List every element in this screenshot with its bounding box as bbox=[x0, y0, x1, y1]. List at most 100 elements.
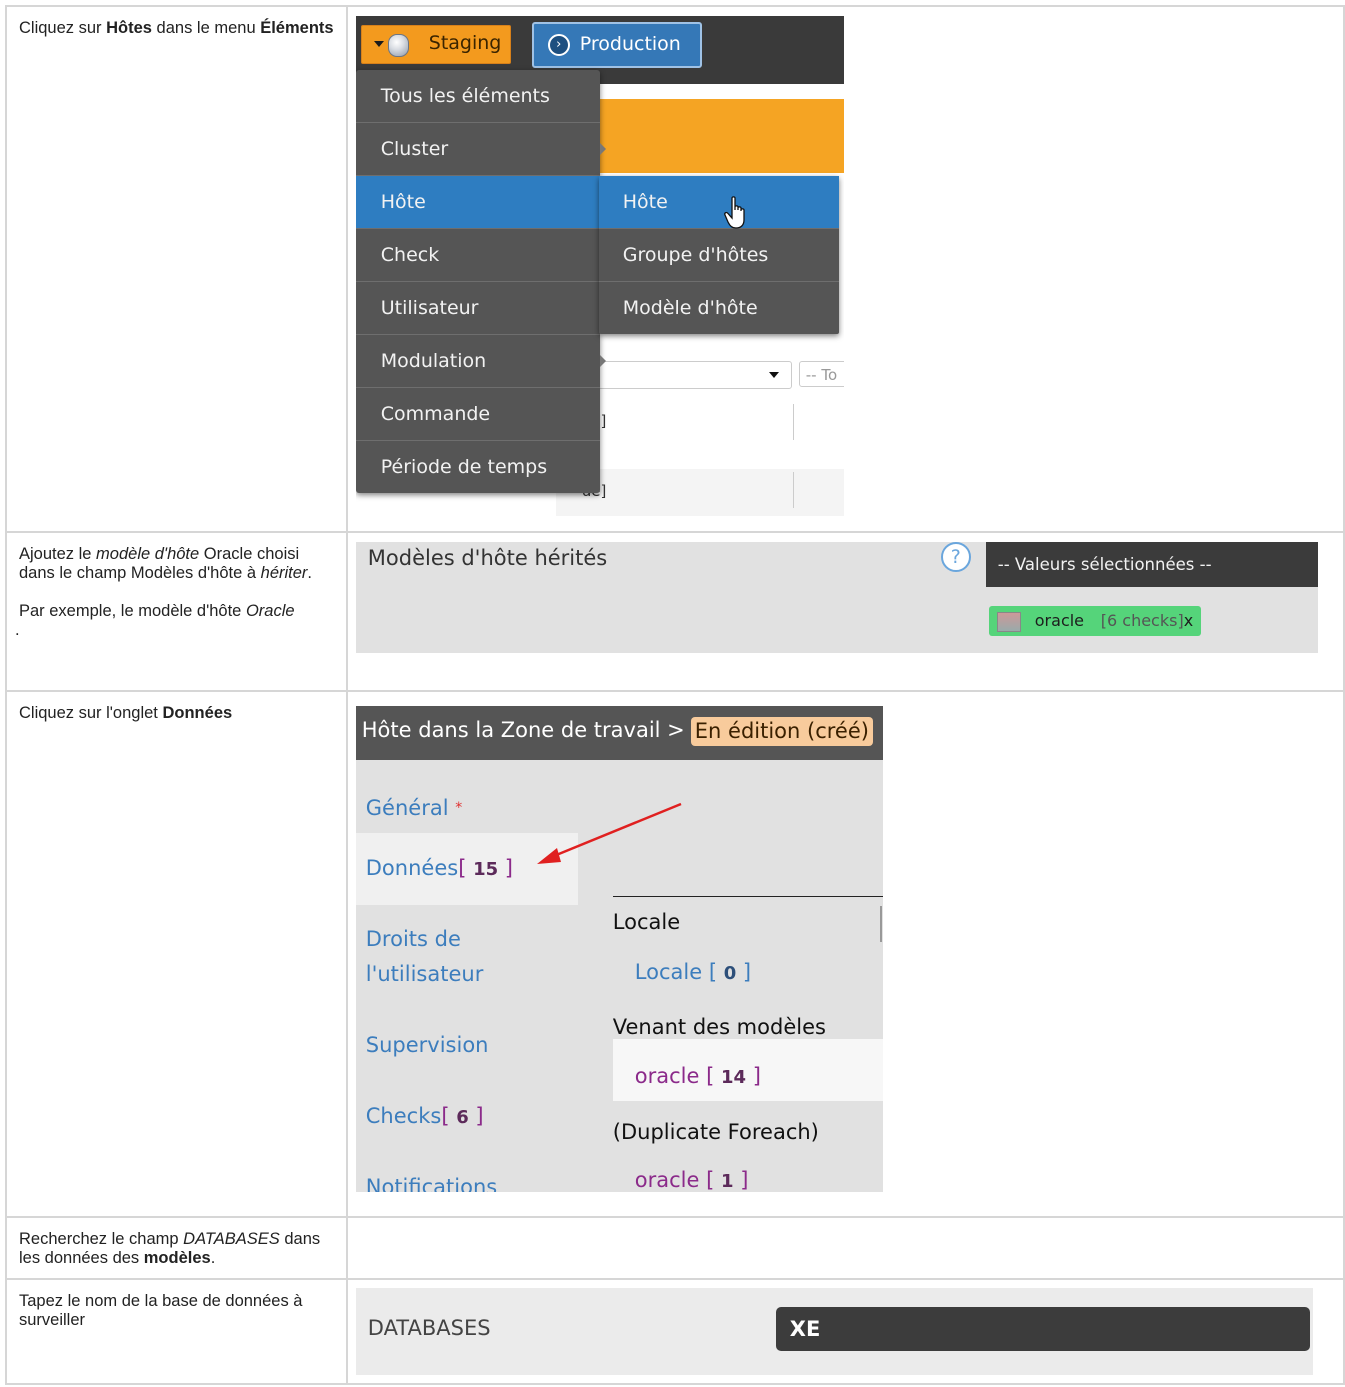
tab-label: Données bbox=[365, 856, 459, 880]
menu-item-check[interactable]: Check bbox=[355, 229, 600, 282]
bracket: ] bbox=[736, 960, 752, 984]
menu-item-command[interactable]: Commande bbox=[355, 388, 600, 441]
instruction-bold: Hôtes bbox=[106, 19, 152, 37]
tab-notifications[interactable]: Notifications bbox=[366, 1170, 497, 1192]
templates-screenshot: Modèles d'hôte hérités ? -- Valeurs séle… bbox=[355, 542, 1318, 653]
instruction-text: Tapez le nom de la base de données à sur… bbox=[19, 1292, 303, 1329]
menu-item-label: Modulation bbox=[380, 350, 487, 372]
bracket: ] bbox=[746, 1064, 761, 1088]
instruction-text: Recherchez le champ bbox=[19, 1230, 184, 1248]
instruction-text: Cliquez sur bbox=[19, 19, 107, 37]
breadcrumb: Hôte dans la Zone de travail > bbox=[361, 718, 685, 742]
table-row: Cliquez sur Hôtes dans le menu Éléments … bbox=[5, 5, 1345, 533]
instruction-paragraph: Par exemple, le modèle d'hôte Oracle . bbox=[15, 602, 334, 640]
bracket: ] bbox=[733, 1168, 749, 1192]
data-group-locale[interactable]: Locale [ 0 ] bbox=[635, 960, 751, 984]
staging-label: Staging bbox=[428, 32, 502, 54]
instruction-text: Ajoutez le bbox=[19, 545, 97, 563]
tag-name: oracle bbox=[1034, 611, 1085, 630]
instruction-cell: Cliquez sur Hôtes dans le menu Éléments bbox=[5, 5, 348, 533]
screenshot-cell bbox=[345, 1216, 1345, 1280]
databases-screenshot: DATABASES XE bbox=[355, 1288, 1313, 1375]
instruction-bold: Éléments bbox=[260, 19, 334, 37]
bracket: [ bbox=[706, 1168, 721, 1192]
menu-item-modulation[interactable]: Modulation bbox=[355, 335, 606, 388]
group-label: Locale bbox=[634, 960, 703, 984]
filter-select-2[interactable]: -- To bbox=[798, 361, 844, 387]
menu-screenshot: Staging › Production -- To ué] ué] Tous … bbox=[355, 16, 844, 516]
column-divider bbox=[792, 404, 794, 440]
help-icon[interactable]: ? bbox=[940, 542, 971, 572]
screenshot-cell: Staging › Production -- To ué] ué] Tous … bbox=[345, 5, 1345, 533]
instruction-text: dans le menu bbox=[151, 19, 261, 37]
instruction-text: . bbox=[15, 621, 20, 639]
submenu-item-hosttemplate[interactable]: Modèle d'hôte bbox=[599, 282, 839, 334]
red-arrow-icon bbox=[536, 802, 682, 864]
tab-label: Checks bbox=[365, 1104, 442, 1128]
menu-item-all[interactable]: Tous les éléments bbox=[355, 70, 600, 123]
tab-data[interactable]: Données[ 15 ] bbox=[366, 851, 513, 887]
production-button[interactable]: › Production bbox=[531, 22, 702, 68]
instruction-italic: hériter bbox=[260, 564, 308, 582]
group-count: 14 bbox=[720, 1067, 747, 1088]
bracket: ] bbox=[468, 1104, 484, 1128]
host-submenu: Hôte Groupe d'hôtes Modèle d'hôte bbox=[598, 176, 839, 334]
group-label: oracle bbox=[634, 1168, 700, 1192]
tab-user-rights[interactable]: Droits de l'utilisateur bbox=[366, 922, 484, 992]
staging-button[interactable]: Staging bbox=[360, 25, 511, 64]
menu-item-timeperiod[interactable]: Période de temps bbox=[356, 441, 600, 493]
group-count: 1 bbox=[720, 1171, 734, 1192]
inherited-templates-label: Modèles d'hôte hérités bbox=[367, 546, 608, 570]
instruction-italic: DATABASES bbox=[183, 1230, 280, 1248]
bracket: [ bbox=[708, 960, 724, 984]
host-edit-screenshot: Hôte dans la Zone de travail > En éditio… bbox=[355, 706, 883, 1192]
data-group-oracle-dup[interactable]: oracle [ 1 ] bbox=[635, 1168, 749, 1192]
menu-item-label: Cluster bbox=[380, 138, 449, 160]
tag-remove-button[interactable]: x bbox=[1184, 606, 1193, 636]
instruction-text: . bbox=[210, 1249, 216, 1267]
screenshot-cell: DATABASES XE bbox=[345, 1278, 1345, 1385]
instruction-cell: Tapez le nom de la base de données à sur… bbox=[5, 1278, 348, 1385]
group-label: oracle bbox=[634, 1064, 700, 1088]
table-row: Ajoutez le modèle d'hôte Oracle choisi d… bbox=[5, 531, 1345, 692]
tab-checks[interactable]: Checks[ 6 ] bbox=[366, 1099, 484, 1135]
instruction-text: Par exemple, le modèle d'hôte bbox=[19, 602, 246, 620]
instruction-text: Cliquez sur l'onglet bbox=[19, 704, 163, 722]
table-row: Cliquez sur l'onglet Données Hôte dans l… bbox=[5, 690, 1345, 1218]
database-icon bbox=[387, 34, 409, 57]
template-tag[interactable]: oracle [6 checks] x bbox=[988, 606, 1201, 636]
table-row: Recherchez le champ DATABASES dans les d… bbox=[5, 1216, 1345, 1280]
chevron-down-icon bbox=[768, 372, 779, 378]
submenu-item-host[interactable]: Hôte bbox=[598, 176, 839, 229]
status-badge: En édition (créé) bbox=[690, 717, 873, 746]
bracket: ] bbox=[498, 856, 513, 880]
circle-arrow-right-icon: › bbox=[547, 34, 570, 56]
tab-count: 15 bbox=[473, 859, 499, 880]
databases-input[interactable]: XE bbox=[775, 1307, 1310, 1351]
column-divider bbox=[792, 472, 794, 508]
submenu-arrow-icon bbox=[599, 143, 606, 155]
menu-item-user[interactable]: Utilisateur bbox=[355, 282, 600, 335]
selected-values-header: -- Valeurs sélectionnées -- bbox=[985, 542, 1318, 587]
data-group-oracle[interactable]: oracle [ 14 ] bbox=[635, 1064, 761, 1088]
instruction-italic: Oracle bbox=[245, 602, 295, 620]
required-marker: * bbox=[455, 800, 463, 816]
instruction-cell: Cliquez sur l'onglet Données bbox=[5, 690, 348, 1218]
tab-supervision[interactable]: Supervision bbox=[366, 1028, 489, 1063]
section-heading-locale: Locale bbox=[612, 910, 681, 934]
menu-item-host[interactable]: Hôte bbox=[355, 176, 600, 229]
elements-menu: Tous les éléments Cluster Hôte Check Uti… bbox=[355, 70, 606, 493]
submenu-arrow-icon bbox=[599, 355, 606, 367]
menu-item-cluster[interactable]: Cluster bbox=[355, 123, 606, 176]
production-label: Production bbox=[579, 33, 681, 55]
caret-down-icon bbox=[373, 41, 384, 47]
filter-select[interactable] bbox=[585, 361, 792, 389]
screenshot-cell: Modèles d'hôte hérités ? -- Valeurs séle… bbox=[345, 531, 1345, 692]
tab-count: 6 bbox=[456, 1107, 469, 1128]
submenu-item-hostgroup[interactable]: Groupe d'hôtes bbox=[598, 229, 839, 282]
tab-general[interactable]: Général * bbox=[366, 791, 462, 826]
bracket: [ bbox=[706, 1064, 721, 1088]
hand-pointer-icon bbox=[723, 196, 745, 229]
instructions-table: Cliquez sur Hôtes dans le menu Éléments … bbox=[5, 5, 1345, 1385]
tab-label: Droits de bbox=[365, 927, 461, 951]
